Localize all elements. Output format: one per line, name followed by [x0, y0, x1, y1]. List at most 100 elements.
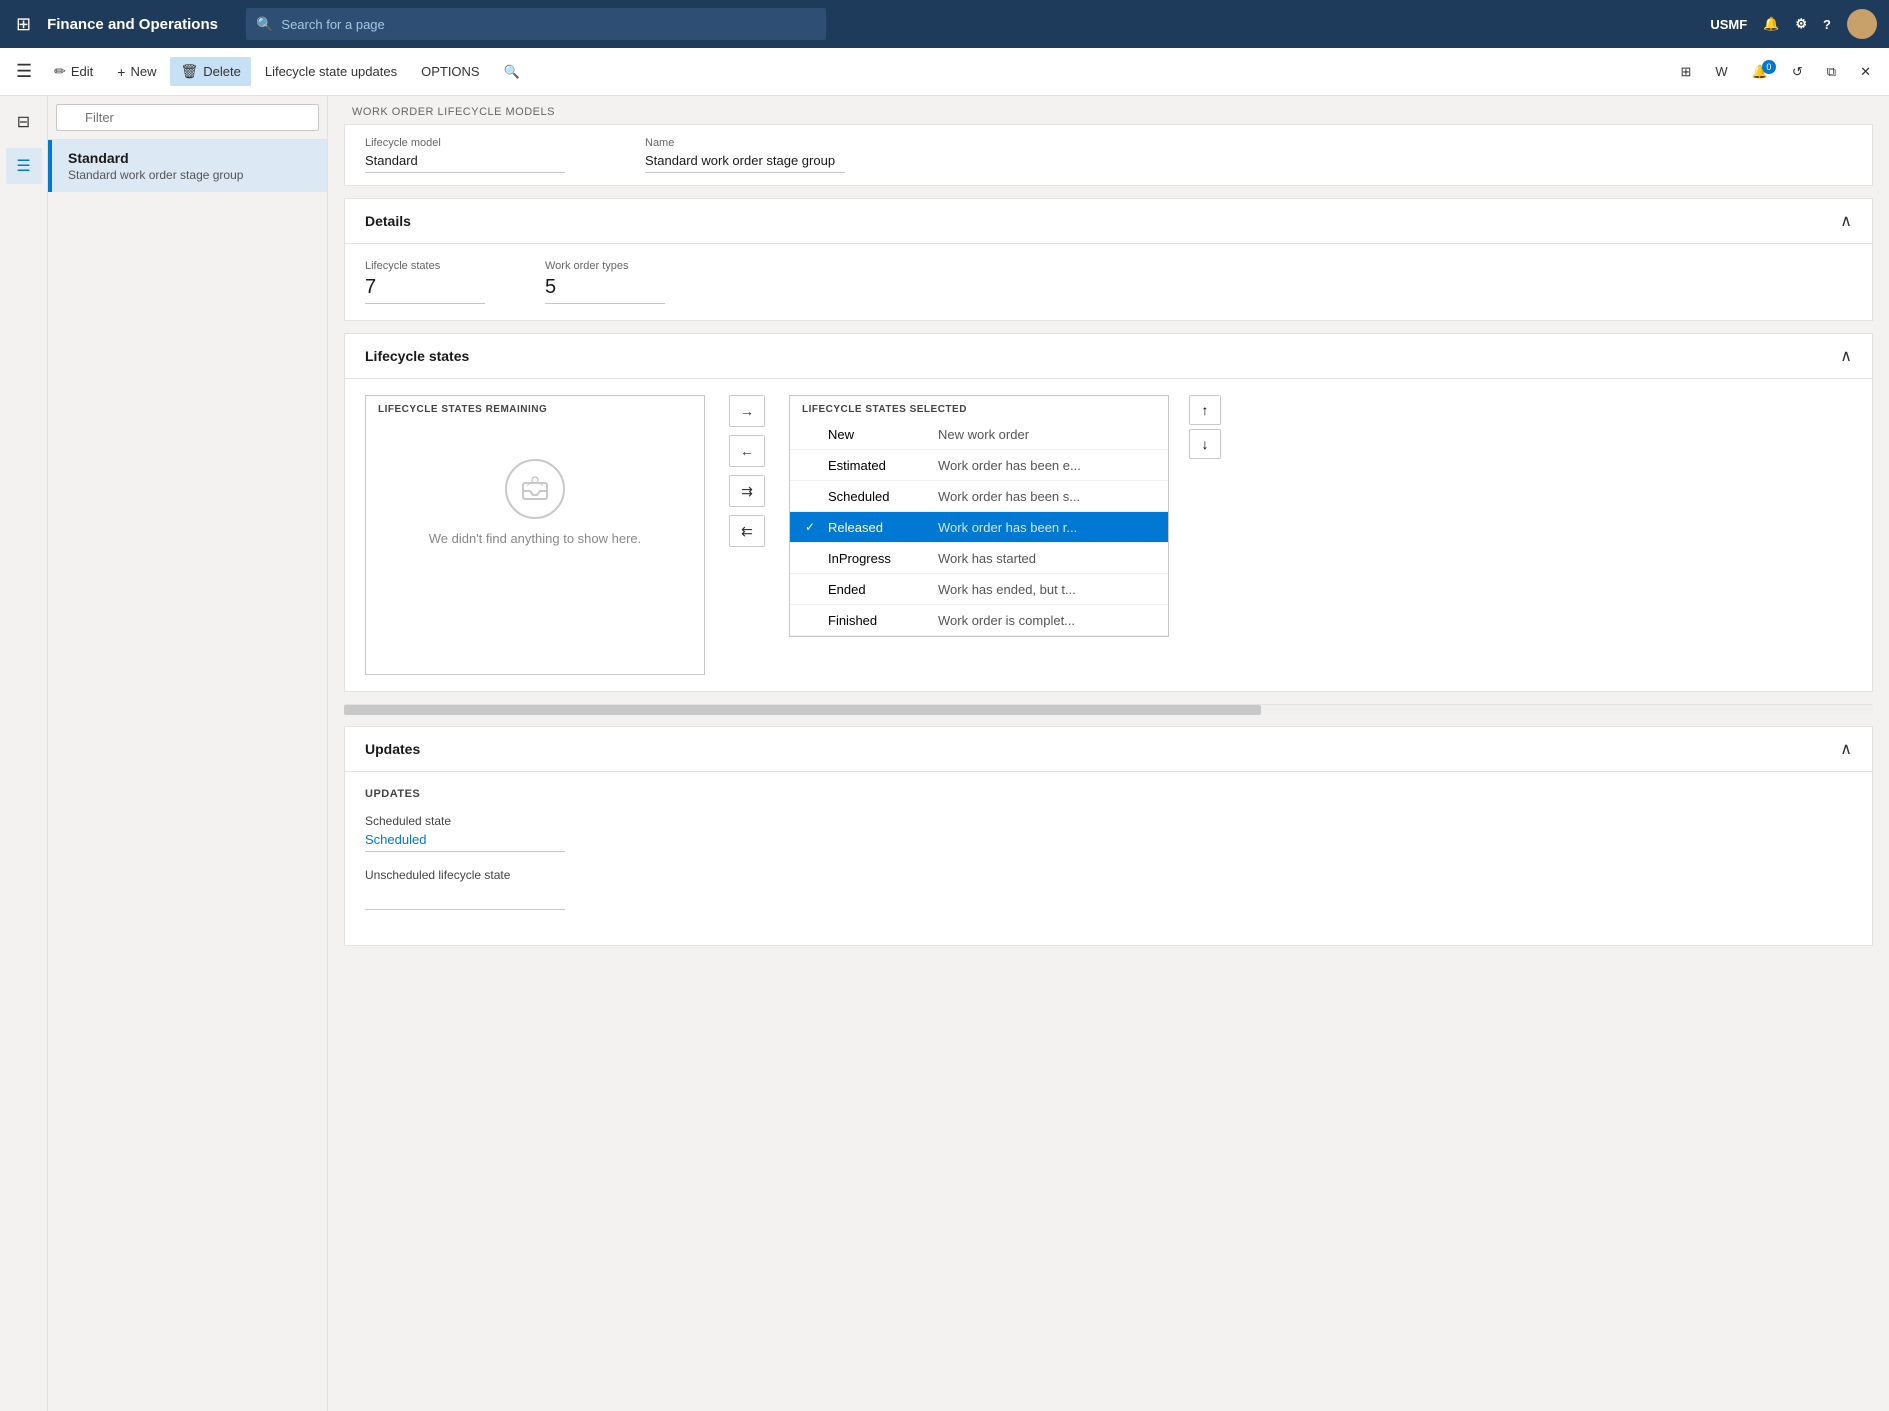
details-collapse-icon: ∧ — [1840, 211, 1852, 231]
lifecycle-selected-row[interactable]: ✓ Released Work order has been r... — [790, 512, 1168, 543]
list-item[interactable]: Standard Standard work order stage group — [48, 140, 327, 192]
move-left-button[interactable]: ← — [729, 435, 765, 467]
personalize-button[interactable]: ⊞ — [1671, 58, 1702, 86]
help-icon[interactable]: ? — [1823, 17, 1831, 32]
lifecycle-remaining-label: LIFECYCLE STATES REMAINING — [366, 396, 704, 419]
name-field: Name Standard work order stage group — [645, 137, 845, 173]
new-button[interactable]: + New — [107, 58, 166, 86]
details-section-header[interactable]: Details ∧ — [345, 199, 1872, 244]
move-right-button[interactable]: → — [729, 395, 765, 427]
filter-input[interactable] — [56, 104, 319, 131]
notification-button[interactable]: 🔔 0 — [1742, 58, 1778, 86]
search-icon: 🔍 — [256, 16, 273, 33]
row-name: Scheduled — [828, 489, 928, 504]
search-bar[interactable]: 🔍 — [246, 8, 826, 40]
filter-area: 🔍 — [48, 96, 327, 140]
sidebar-toggle: ⊟ ☰ — [0, 96, 48, 1411]
lifecycle-model-label: Lifecycle model — [365, 137, 565, 149]
lifecycle-model-value: Standard — [365, 153, 565, 173]
move-all-right-button[interactable]: ⇉ — [729, 475, 765, 507]
breadcrumb: WORK ORDER LIFECYCLE MODELS — [328, 96, 1889, 124]
list-item-subtitle: Standard work order stage group — [68, 168, 311, 182]
unscheduled-state-field: Unscheduled lifecycle state — [365, 868, 1852, 913]
refresh-button[interactable]: ↺ — [1782, 58, 1813, 86]
lifecycle-selected-row[interactable]: Estimated Work order has been e... — [790, 450, 1168, 481]
new-window-button[interactable]: ⧉ — [1817, 58, 1846, 86]
row-name: New — [828, 427, 928, 442]
commandbar: ☰ ✏ Edit + New 🗑 Delete Lifecycle state … — [0, 48, 1889, 96]
name-label: Name — [645, 137, 845, 149]
lifecycle-selected-row[interactable]: Finished Work order is complet... — [790, 605, 1168, 636]
lifecycle-selected-row[interactable]: InProgress Work has started — [790, 543, 1168, 574]
notification-badge: 0 — [1762, 60, 1776, 74]
row-name: Estimated — [828, 458, 928, 473]
updates-section: Updates ∧ UPDATES Scheduled state Schedu… — [344, 726, 1873, 946]
edit-icon: ✏ — [54, 63, 66, 80]
row-check-icon — [802, 457, 818, 473]
details-section: Details ∧ Lifecycle states 7 Work order … — [344, 198, 1873, 321]
scheduled-state-field: Scheduled state Scheduled — [365, 814, 1852, 852]
unscheduled-state-value — [365, 886, 565, 910]
lifecycle-states-count-label: Lifecycle states — [365, 260, 485, 272]
filter-toggle-icon[interactable]: ⊟ — [6, 104, 42, 140]
row-check-icon — [802, 581, 818, 597]
grid-icon[interactable]: ⊞ — [12, 10, 35, 39]
close-button[interactable]: ✕ — [1850, 58, 1881, 86]
lifecycle-state-updates-button[interactable]: Lifecycle state updates — [255, 58, 407, 85]
row-check-icon — [802, 550, 818, 566]
name-value: Standard work order stage group — [645, 153, 845, 173]
details-content: Lifecycle states 7 Work order types 5 — [345, 244, 1872, 320]
content-area: WORK ORDER LIFECYCLE MODELS Lifecycle mo… — [328, 96, 1889, 1411]
lifecycle-selected-box: LIFECYCLE STATES SELECTED New New work o… — [789, 395, 1169, 637]
edit-button[interactable]: ✏ Edit — [44, 57, 103, 86]
move-up-button[interactable]: ↑ — [1189, 395, 1221, 425]
trash-icon: 🗑 — [180, 63, 198, 80]
scheduled-state-value: Scheduled — [365, 832, 565, 852]
lifecycle-states-collapse-icon: ∧ — [1840, 346, 1852, 366]
lifecycle-selected-row[interactable]: Ended Work has ended, but t... — [790, 574, 1168, 605]
row-description: Work order has been e... — [938, 458, 1081, 473]
lifecycle-states-section-header[interactable]: Lifecycle states ∧ — [345, 334, 1872, 379]
row-description: Work order has been r... — [938, 520, 1077, 535]
topbar-right: USMF 🔔 ⚙ ? — [1710, 9, 1877, 39]
empty-state-text: We didn't find anything to show here. — [429, 531, 642, 546]
lifecycle-selected-rows: New New work order Estimated Work order … — [790, 419, 1168, 636]
lifecycle-selected-row[interactable]: New New work order — [790, 419, 1168, 450]
main-layout: ⊟ ☰ 🔍 Standard Standard work order stage… — [0, 96, 1889, 1411]
horizontal-scrollbar[interactable] — [344, 704, 1873, 714]
row-name: Released — [828, 520, 928, 535]
scheduled-state-label: Scheduled state — [365, 814, 1852, 828]
options-button[interactable]: OPTIONS — [411, 58, 490, 85]
settings-icon[interactable]: ⚙ — [1795, 16, 1807, 32]
lifecycle-states-section-title: Lifecycle states — [365, 348, 469, 364]
move-all-left-button[interactable]: ⇇ — [729, 515, 765, 547]
search-input[interactable] — [281, 17, 816, 32]
lifecycle-empty-state: We didn't find anything to show here. — [366, 419, 704, 586]
company-label: USMF — [1710, 17, 1747, 32]
updates-content: UPDATES Scheduled state Scheduled Unsche… — [345, 772, 1872, 945]
row-check-icon — [802, 488, 818, 504]
delete-button[interactable]: 🗑 Delete — [170, 57, 250, 86]
options-search-button[interactable]: 🔍 — [494, 58, 530, 86]
updates-section-title: Updates — [365, 741, 420, 757]
row-name: Finished — [828, 613, 928, 628]
empty-state-icon — [505, 459, 565, 519]
updates-section-header[interactable]: Updates ∧ — [345, 727, 1872, 772]
lifecycle-selected-row[interactable]: Scheduled Work order has been s... — [790, 481, 1168, 512]
row-description: Work order is complet... — [938, 613, 1075, 628]
record-header: Lifecycle model Standard Name Standard w… — [344, 124, 1873, 186]
details-section-title: Details — [365, 213, 411, 229]
row-check-icon — [802, 426, 818, 442]
transfer-buttons: → ← ⇉ ⇇ — [721, 395, 773, 547]
avatar[interactable] — [1847, 9, 1877, 39]
row-description: Work has ended, but t... — [938, 582, 1076, 597]
hamburger-icon[interactable]: ☰ — [8, 57, 40, 86]
bell-icon[interactable]: 🔔 — [1763, 16, 1779, 32]
list-view-icon[interactable]: ☰ — [6, 148, 42, 184]
commandbar-right: ⊞ W 🔔 0 ↺ ⧉ ✕ — [1671, 58, 1881, 86]
office-button[interactable]: W — [1705, 58, 1737, 85]
row-check-icon: ✓ — [802, 519, 818, 535]
list-panel: 🔍 Standard Standard work order stage gro… — [48, 96, 328, 1411]
move-down-button[interactable]: ↓ — [1189, 429, 1221, 459]
plus-icon: + — [117, 64, 125, 80]
